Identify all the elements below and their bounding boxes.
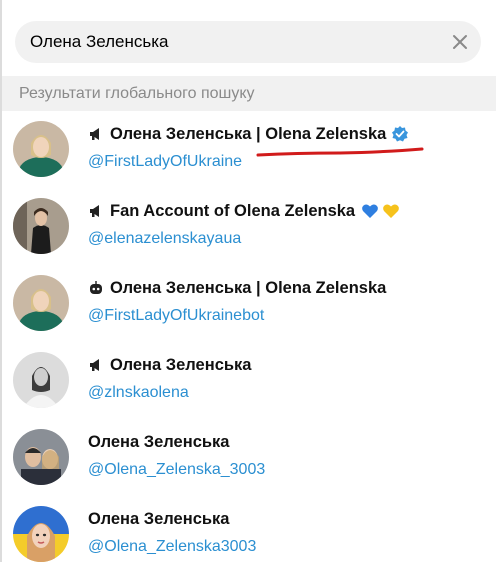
search-results-list: Олена Зеленська | Olena Zelenska @FirstL… xyxy=(2,111,496,573)
result-username[interactable]: @Olena_Zelenska_3003 xyxy=(88,461,265,479)
result-username[interactable]: @FirstLadyOfUkrainebot xyxy=(88,307,264,325)
search-result-row[interactable]: Олена Зеленська @Olena_Zelenska3003 xyxy=(2,496,496,573)
result-username[interactable]: @elenazelenskayaua xyxy=(88,230,241,248)
result-name: Fan Account of Olena Zelenska xyxy=(110,201,356,220)
bot-icon xyxy=(88,280,104,296)
verified-badge-icon xyxy=(391,125,409,143)
search-result-row[interactable]: Олена Зеленська | Olena Zelenska @FirstL… xyxy=(2,265,496,342)
red-underline-annotation xyxy=(256,147,424,157)
result-title: Олена Зеленська | Olena Zelenska xyxy=(88,277,386,299)
avatar xyxy=(13,352,69,408)
result-name: Олена Зеленська xyxy=(88,432,230,451)
avatar xyxy=(13,506,69,562)
avatar xyxy=(13,275,69,331)
search-input[interactable] xyxy=(30,21,430,63)
result-name: Олена Зеленська | Olena Zelenska xyxy=(110,124,387,143)
search-result-row[interactable]: Fan Account of Olena Zelenska @elenazele… xyxy=(2,188,496,265)
avatar xyxy=(13,429,69,485)
result-username[interactable]: @FirstLadyOfUkraine xyxy=(88,153,242,171)
result-title: Fan Account of Olena Zelenska xyxy=(88,200,400,222)
top-strip xyxy=(2,0,496,8)
megaphone-icon xyxy=(88,203,104,219)
result-username[interactable]: @Olena_Zelenska3003 xyxy=(88,538,256,556)
close-icon[interactable] xyxy=(449,31,471,53)
result-name: Олена Зеленська | Olena Zelenska xyxy=(110,278,387,297)
megaphone-icon xyxy=(88,357,104,373)
search-result-row[interactable]: Олена Зеленська @zlnskaolena xyxy=(2,342,496,419)
result-name: Олена Зеленська xyxy=(88,509,230,528)
result-title: Олена Зеленська | Olena Zelenska xyxy=(88,123,409,145)
result-title: Олена Зеленська xyxy=(88,431,229,453)
result-name: Олена Зеленська xyxy=(110,355,252,374)
search-box[interactable] xyxy=(15,21,481,63)
blue-heart-icon xyxy=(361,202,379,220)
yellow-heart-icon xyxy=(382,202,400,220)
megaphone-icon xyxy=(88,126,104,142)
avatar xyxy=(13,198,69,254)
search-result-row[interactable]: Олена Зеленська @Olena_Zelenska_3003 xyxy=(2,419,496,496)
avatar xyxy=(13,121,69,177)
result-username[interactable]: @zlnskaolena xyxy=(88,384,189,402)
result-title: Олена Зеленська xyxy=(88,354,251,376)
global-search-header: Результати глобального пошуку xyxy=(2,76,496,111)
result-title: Олена Зеленська xyxy=(88,508,229,530)
